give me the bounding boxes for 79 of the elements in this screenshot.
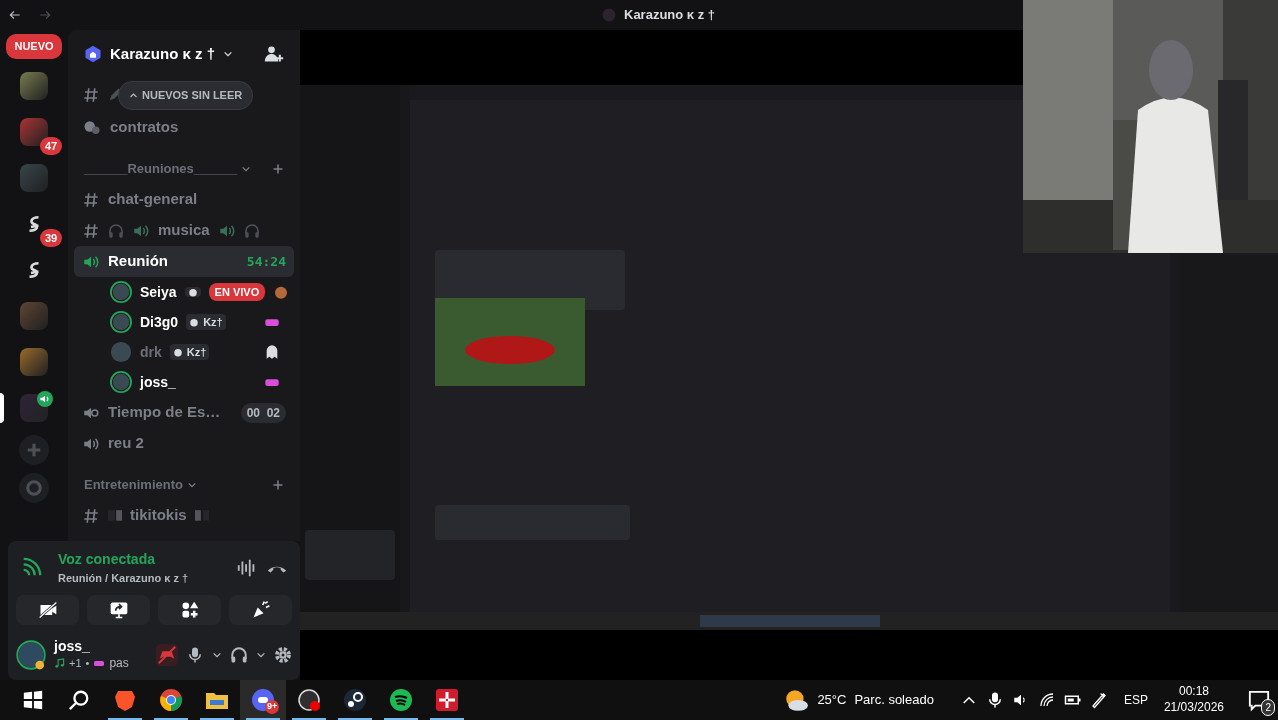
username[interactable]: joss_ [54,638,129,654]
camera-off-icon [37,599,58,620]
chevron-down-icon [223,49,234,59]
weather-icon[interactable] [783,687,810,713]
game-activity-off-icon[interactable] [156,644,178,667]
new-badge: NUEVO [6,34,62,59]
member-item[interactable]: Di3g0 Kz† [68,307,300,337]
add-member-icon[interactable] [264,44,284,64]
forum-icon [82,118,102,137]
hash-icon [82,86,100,104]
add-channel-icon [272,478,284,491]
headphones-icon [108,222,124,239]
cross-app-icon[interactable] [435,688,459,712]
channel-item[interactable]: Tiempo de Es… 00 02 [74,397,294,428]
voice-timer: 54:24 [246,252,286,271]
member-item[interactable]: joss_ [68,367,300,397]
server-name[interactable]: Karazuno ᴋ ᴢ † [110,42,216,66]
notification-center-icon[interactable] [1248,689,1270,712]
channel-item[interactable]: musica [74,215,294,246]
wifi-icon[interactable] [1037,691,1056,709]
server-avatar-icon [602,8,616,22]
separator-dot: • [85,655,90,671]
category-name[interactable]: Entretenimiento [84,474,183,495]
activities-icon [179,599,200,620]
start-icon[interactable] [22,689,44,711]
browser-icon[interactable] [159,688,183,712]
music-app-icon[interactable] [389,688,413,712]
member-item[interactable]: drk Kz† [68,337,300,367]
voice-indicator-icon [37,390,53,407]
chevron-up-icon [129,90,138,100]
channel-item[interactable]: tikitokis [74,500,294,531]
notification-badge: 9+ [265,700,280,714]
steam-icon[interactable] [343,688,367,712]
settings-icon[interactable] [274,646,292,665]
soundboard-button[interactable] [229,594,292,625]
hash-icon [82,221,100,240]
channel-item[interactable]: chat-general [74,184,294,215]
ghost-icon [264,344,280,360]
temperature: 25°C [817,691,847,710]
channel-item[interactable]: reu 2 [74,428,294,459]
back-arrow-icon[interactable] [8,8,22,22]
home-icon [84,45,102,63]
square-icon [194,508,209,523]
weather-text: Parc. soleado [854,691,934,710]
user-avatar [16,640,46,671]
screen-share-button[interactable] [87,594,150,625]
window-title: Karazuno ᴋ ᴢ † [624,6,716,25]
unread-count-badge: 39 [40,228,63,247]
hash-icon [82,506,100,525]
lion-icon[interactable] [113,688,137,712]
channel-item[interactable]: contratos [74,112,294,143]
language-indicator[interactable]: ESP [1123,691,1148,709]
recorder-icon[interactable] [297,688,321,712]
clock-date[interactable]: 21/03/2026 [1163,700,1224,716]
channel-item[interactable]: Reunión 54:24 [74,246,294,277]
activities-button[interactable] [158,594,221,625]
voice-timer: 00 02 [240,402,286,423]
search-icon[interactable] [68,689,90,711]
hash-icon [82,190,100,209]
role-tag: Kz† [169,343,210,361]
add-channel-icon [272,162,284,175]
member-item[interactable]: Seiya EN VIVO [68,277,300,307]
music-note-icon [54,657,65,669]
headphones-icon[interactable] [230,646,248,665]
clock-time[interactable]: 00:18 [1178,684,1209,700]
voice-location[interactable]: Reunión / Karazuno ᴋ ᴢ † [58,570,189,587]
camera-off-button[interactable] [16,594,79,625]
voice-status: Voz conectada [58,550,156,570]
status-text: pas [109,655,129,672]
microphone-icon[interactable] [186,646,204,665]
new-unread-toast[interactable]: NUEVOS SIN LEER [118,81,254,110]
activity-count: +1 [69,655,82,671]
live-badge: EN VIVO [208,282,266,302]
headphones-icon [243,222,260,239]
notification-count: 2 [1261,699,1275,716]
role-tag: Kz† [186,313,226,331]
square-icon [108,508,122,523]
unread-count-badge: 47 [40,136,63,155]
category-name[interactable]: ______Reuniones______ [84,158,238,179]
